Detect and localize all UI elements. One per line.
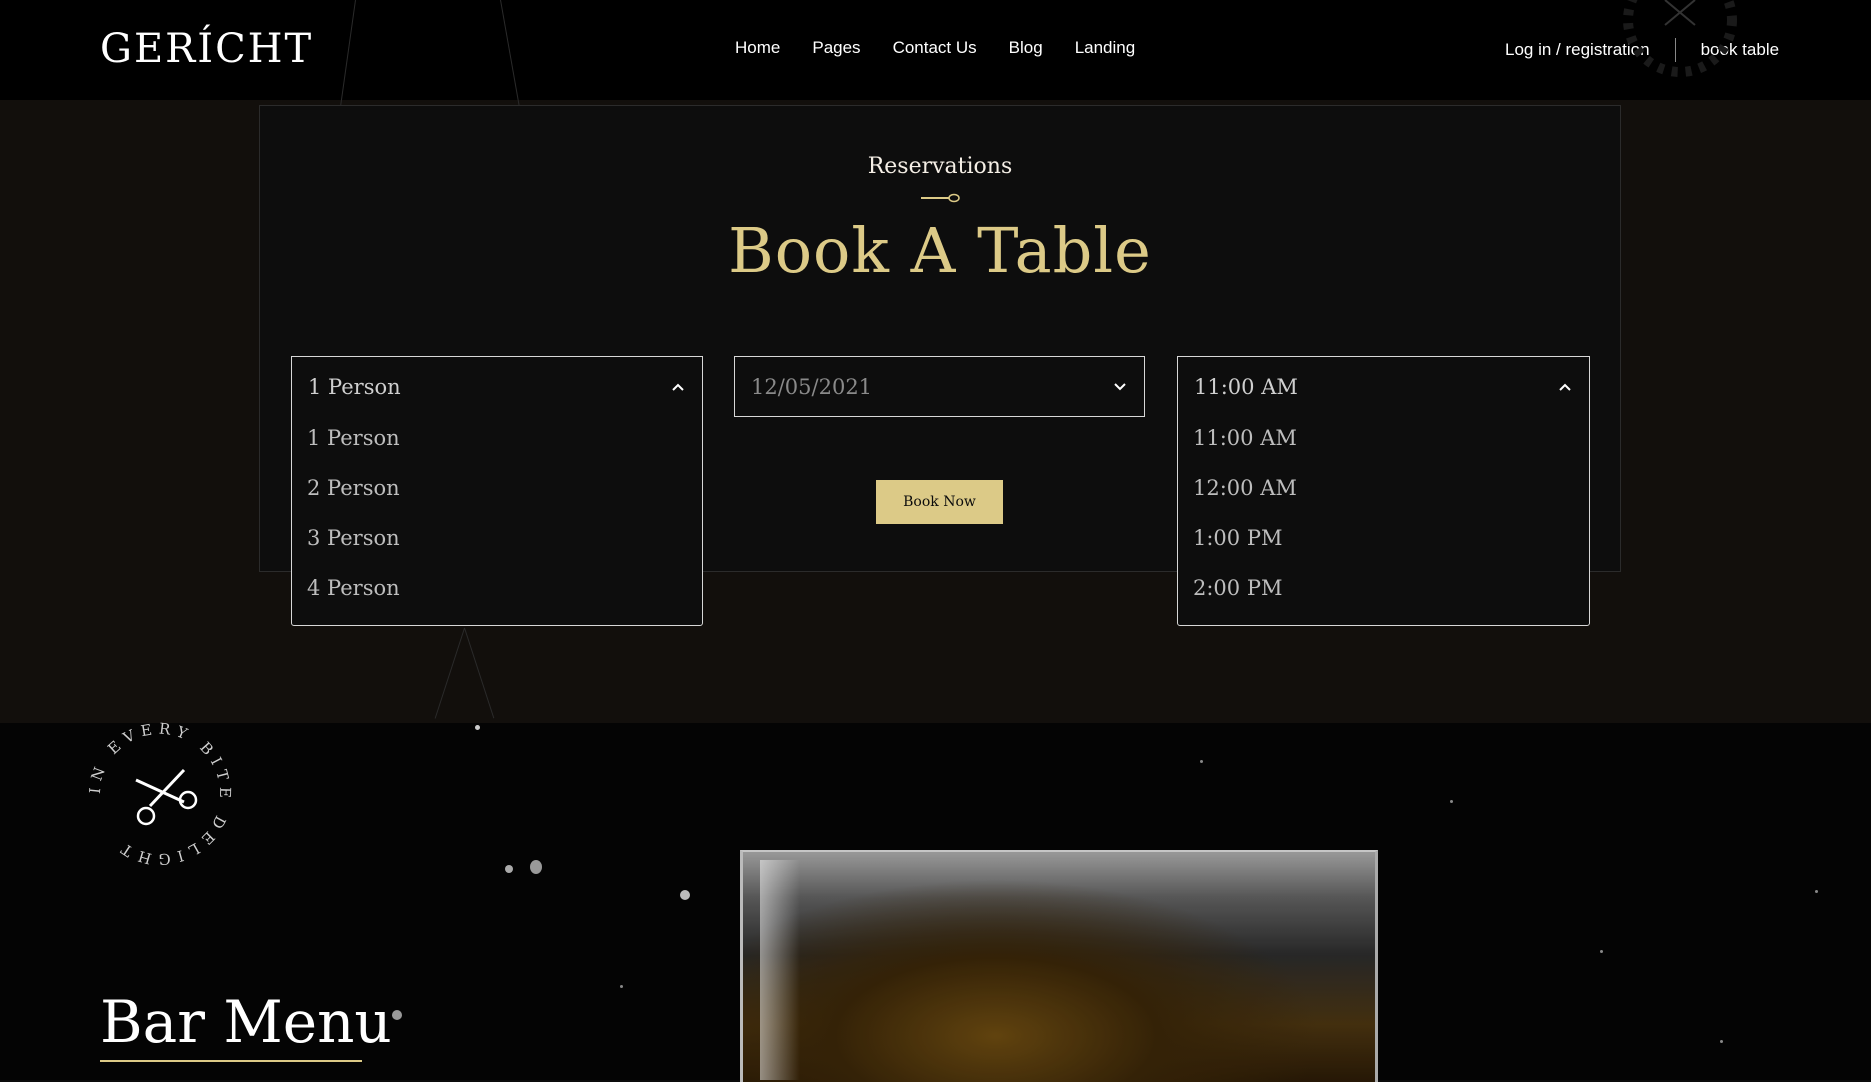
person-option[interactable]: 1 Person	[307, 426, 400, 450]
chevron-down-icon[interactable]	[1112, 379, 1128, 395]
person-option[interactable]: 3 Person	[307, 526, 400, 550]
droplet	[620, 985, 623, 988]
person-select-value: 1 Person	[308, 375, 401, 399]
person-select[interactable]: 1 Person 1 Person 2 Person 3 Person 4 Pe…	[291, 356, 703, 626]
reservation-title: Book A Table	[728, 214, 1152, 287]
date-input-value: 12/05/2021	[751, 375, 873, 399]
time-option[interactable]: 12:00 AM	[1193, 476, 1297, 500]
top-right-badge-icon	[1623, 0, 1737, 77]
droplet	[505, 865, 513, 873]
top-navigation: GERÍCHT Home Pages Contact Us Blog Landi…	[0, 0, 1871, 100]
site-logo[interactable]: GERÍCHT	[100, 26, 313, 72]
person-option[interactable]: 4 Person	[307, 576, 400, 600]
bar-menu-underline	[100, 1060, 362, 1062]
nav-links: Home Pages Contact Us Blog Landing	[735, 38, 1135, 58]
time-option[interactable]: 1:00 PM	[1193, 526, 1282, 550]
person-option[interactable]: 2 Person	[307, 476, 400, 500]
spoon-icon	[921, 193, 960, 203]
bar-menu-title: Bar Menu	[100, 988, 392, 1056]
nav-link-blog[interactable]: Blog	[1009, 38, 1043, 58]
droplet	[1720, 1040, 1723, 1043]
in-every-bite-delight-badge-icon: IN EVERY BITE DELIGHT	[86, 720, 228, 869]
droplet	[680, 890, 690, 900]
chevron-up-icon[interactable]	[670, 379, 686, 395]
time-select-value: 11:00 AM	[1194, 375, 1298, 399]
reservation-subtitle: Reservations	[867, 154, 1013, 179]
droplet	[1200, 760, 1203, 763]
nav-link-home[interactable]: Home	[735, 38, 780, 58]
droplet	[475, 725, 480, 730]
whiskey-glass-image	[740, 850, 1378, 1082]
time-option[interactable]: 2:00 PM	[1193, 576, 1282, 600]
nav-link-landing[interactable]: Landing	[1075, 38, 1136, 58]
droplet	[530, 860, 542, 874]
nav-link-contact[interactable]: Contact Us	[893, 38, 977, 58]
nav-link-pages[interactable]: Pages	[812, 38, 860, 58]
droplet	[1600, 950, 1603, 953]
book-now-button[interactable]: Book Now	[876, 480, 1003, 524]
time-option[interactable]: 11:00 AM	[1193, 426, 1297, 450]
date-input[interactable]: 12/05/2021	[734, 356, 1145, 417]
droplet	[1450, 800, 1453, 803]
glass-highlight	[760, 860, 800, 1080]
droplet	[1815, 890, 1818, 893]
chevron-up-icon[interactable]	[1557, 379, 1573, 395]
time-select[interactable]: 11:00 AM 11:00 AM 12:00 AM 1:00 PM 2:00 …	[1177, 356, 1590, 626]
droplet	[392, 1010, 402, 1020]
